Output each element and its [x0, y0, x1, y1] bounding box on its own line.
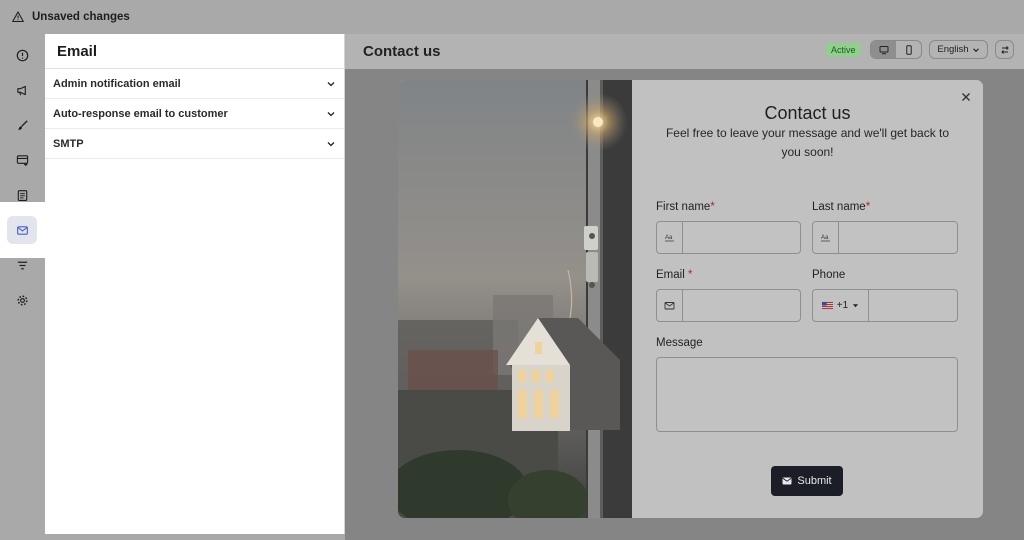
gear-icon [16, 294, 28, 306]
envelope-icon [664, 302, 675, 310]
preview-header: Contact us Active English [345, 34, 1024, 69]
accordion-label: SMTP [53, 137, 84, 150]
language-select[interactable]: English [929, 40, 988, 59]
svg-text:Aa: Aa [665, 235, 673, 241]
document-icon [17, 189, 27, 201]
language-value: English [937, 44, 969, 55]
text-format-icon: Aa [665, 235, 674, 242]
rail-item-info[interactable] [7, 41, 37, 69]
layout-add-icon [16, 154, 28, 166]
first-name-label-text: First name [656, 201, 711, 213]
status-badge: Active [826, 43, 861, 57]
submit-label: Submit [797, 475, 832, 487]
rail-item-megaphone[interactable] [7, 76, 37, 104]
rail-item-filter[interactable] [7, 251, 37, 279]
required-mark: * [687, 269, 693, 281]
contact-form: Contact us Feel free to leave your messa… [632, 80, 983, 518]
message-textarea[interactable] [656, 357, 958, 432]
icon-rail [0, 34, 45, 540]
swap-button[interactable] [995, 40, 1014, 59]
top-bar: Unsaved changes [0, 0, 1024, 34]
message-label: Message [656, 337, 703, 349]
desktop-icon [879, 45, 888, 54]
unsaved-changes-title: Unsaved changes [32, 11, 130, 23]
chevron-down-icon [327, 141, 335, 146]
first-name-prefix: Aa [657, 222, 683, 253]
accordion-admin-notification[interactable]: Admin notification email [45, 69, 344, 99]
accordion-smtp[interactable]: SMTP [45, 129, 344, 159]
form-subtitle: Feel free to leave your message and we'l… [665, 126, 950, 159]
preview-title: Contact us [363, 43, 441, 60]
accordion-label: Admin notification email [53, 77, 181, 90]
close-icon[interactable] [961, 92, 971, 102]
chevron-down-icon [327, 81, 335, 86]
rail-item-email[interactable] [7, 216, 37, 244]
last-name-field[interactable]: Aa [812, 221, 958, 254]
warning-icon [12, 11, 24, 23]
chevron-down-icon [327, 111, 335, 116]
rail-item-document[interactable] [7, 181, 37, 209]
form-title: Contact us [764, 103, 851, 123]
swap-icon [1000, 45, 1009, 54]
text-format-icon: Aa [821, 235, 830, 242]
rail-item-layout[interactable] [7, 146, 37, 174]
chevron-down-icon [972, 47, 979, 52]
rail-item-settings[interactable] [7, 286, 37, 314]
email-label: Email * [656, 269, 692, 281]
envelope-icon [16, 225, 28, 235]
country-code-select[interactable]: +1 [813, 290, 869, 321]
accordion-auto-response[interactable]: Auto-response email to customer [45, 99, 344, 129]
phone-label: Phone [812, 269, 846, 281]
email-label-text: Email [656, 269, 688, 281]
envelope-icon [782, 477, 792, 485]
first-name-field[interactable]: Aa [656, 221, 801, 254]
phone-code: +1 [836, 300, 849, 311]
last-name-label: Last name* [812, 201, 870, 213]
megaphone-icon [16, 85, 26, 95]
mobile-icon [905, 44, 912, 55]
last-name-label-text: Last name [812, 201, 866, 213]
first-name-label: First name* [656, 201, 715, 213]
accordion-label: Auto-response email to customer [53, 107, 228, 120]
email-settings-panel: Email Admin notification email Auto-resp… [45, 34, 345, 534]
us-flag-icon [821, 301, 833, 310]
contact-modal: Contact us Feel free to leave your messa… [398, 80, 983, 518]
svg-text:Aa: Aa [821, 235, 829, 241]
phone-field[interactable]: +1 [812, 289, 958, 322]
required-mark: * [865, 201, 871, 213]
required-mark: * [710, 201, 715, 213]
last-name-prefix: Aa [813, 222, 839, 253]
caret-down-icon [853, 304, 859, 308]
submit-button[interactable]: Submit [771, 466, 843, 496]
info-icon [16, 49, 28, 61]
mobile-view-button[interactable] [896, 41, 921, 58]
email-prefix [657, 290, 683, 321]
panel-title: Email [45, 34, 344, 69]
filter-icon [17, 261, 27, 269]
rail-item-brush[interactable] [7, 111, 37, 139]
house-keychain-photo [398, 80, 632, 518]
device-toggle [870, 40, 922, 59]
brush-icon [17, 119, 28, 130]
desktop-view-button[interactable] [871, 41, 896, 58]
email-field[interactable] [656, 289, 801, 322]
